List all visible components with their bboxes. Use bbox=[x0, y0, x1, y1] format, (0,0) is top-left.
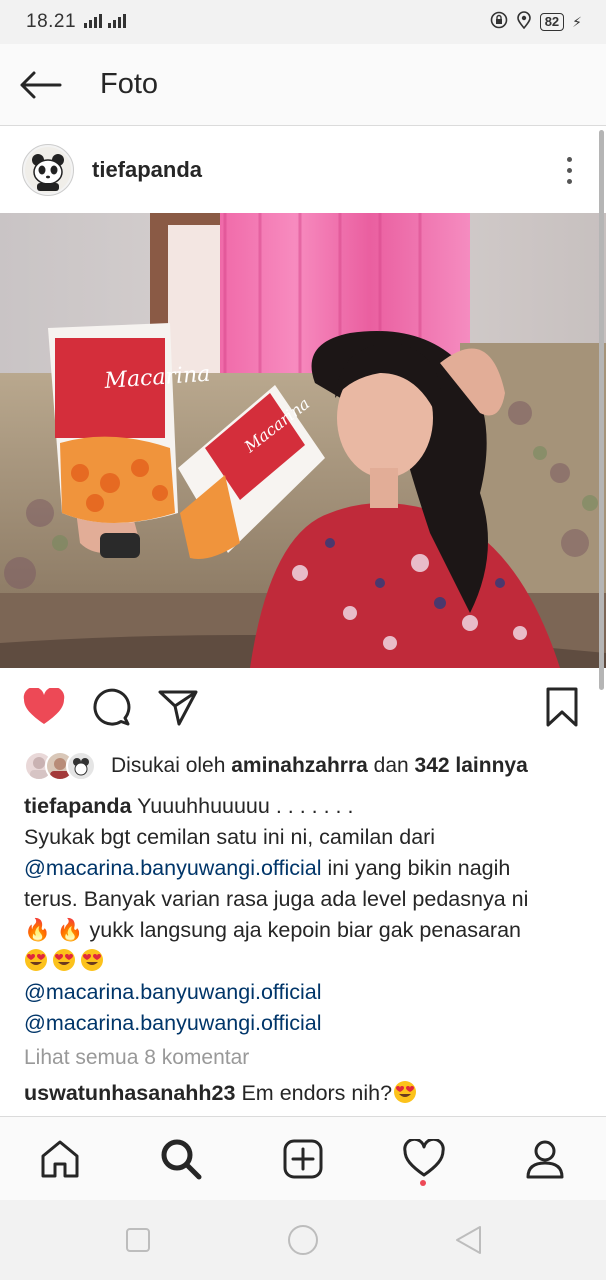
comment-row: uswatunhasanahh23 Em endors nih? bbox=[24, 1080, 421, 1106]
comment-icon bbox=[93, 688, 131, 726]
nav-profile[interactable] bbox=[521, 1135, 569, 1183]
liker-username[interactable]: aminahzahrra bbox=[231, 754, 368, 777]
caption-text: terus. Banyak varian rasa juga ada level… bbox=[24, 887, 529, 911]
page-title: Foto bbox=[100, 68, 159, 100]
post-username[interactable]: tiefapanda bbox=[92, 157, 554, 183]
comment-username[interactable]: uswatunhasanahh23 bbox=[24, 1081, 235, 1105]
post-photo[interactable]: Macarina Macarina bbox=[0, 213, 606, 668]
caption-text: ini yang bikin nagih bbox=[321, 856, 511, 880]
back-arrow-icon bbox=[20, 71, 62, 98]
comment-text: Em endors nih? bbox=[241, 1081, 393, 1105]
profile-icon bbox=[526, 1140, 564, 1179]
likes-text: Disukai oleh aminahzahrra dan 342 lainny… bbox=[111, 754, 528, 777]
heart-eyes-emoji bbox=[81, 949, 103, 971]
scrollbar[interactable] bbox=[599, 130, 604, 690]
share-button[interactable] bbox=[155, 684, 201, 730]
nav-home[interactable] bbox=[36, 1135, 84, 1183]
post-header: tiefapanda bbox=[0, 127, 606, 213]
lock-rotation-icon bbox=[490, 11, 508, 34]
back-button[interactable] bbox=[0, 44, 100, 126]
battery-indicator: 82 bbox=[539, 13, 565, 31]
recents-button[interactable] bbox=[118, 1220, 158, 1260]
triangle-back-icon bbox=[456, 1226, 481, 1254]
nav-search[interactable] bbox=[157, 1135, 205, 1183]
mention-link[interactable]: @macarina.banyuwangi.official bbox=[24, 980, 322, 1004]
clock: 18.21 bbox=[26, 11, 77, 32]
caption-text: Syukak bgt cemilan satu ini ni, camilan … bbox=[24, 825, 436, 849]
view-all-comments-link[interactable]: Lihat semua 8 komentar bbox=[24, 1046, 249, 1070]
mention-link[interactable]: @macarina.banyuwangi.official bbox=[24, 1011, 322, 1035]
avatar[interactable] bbox=[22, 144, 74, 196]
recents-icon bbox=[126, 1228, 150, 1252]
mention-link[interactable]: @macarina.banyuwangi.official bbox=[24, 856, 322, 880]
system-navigation bbox=[0, 1200, 606, 1280]
comment-button[interactable] bbox=[88, 684, 134, 730]
save-button[interactable] bbox=[539, 684, 585, 730]
bookmark-icon bbox=[546, 687, 578, 727]
more-options-icon[interactable] bbox=[554, 150, 584, 190]
nav-add-post[interactable] bbox=[279, 1135, 327, 1183]
fire-emoji: 🔥 bbox=[56, 918, 84, 943]
activity-icon bbox=[403, 1139, 445, 1177]
home-system-button[interactable] bbox=[283, 1220, 323, 1260]
nav-activity[interactable] bbox=[400, 1135, 448, 1183]
add-post-icon bbox=[283, 1139, 323, 1179]
home-icon bbox=[41, 1140, 79, 1178]
signal-indicator bbox=[82, 13, 128, 32]
status-bar: 18.21 82 ⚡ bbox=[0, 0, 606, 44]
likes-row[interactable]: Disukai oleh aminahzahrra dan 342 lainny… bbox=[24, 746, 528, 786]
notification-dot bbox=[420, 1180, 426, 1186]
app-bar: Foto bbox=[0, 44, 606, 126]
liker-avatar bbox=[66, 751, 96, 781]
back-system-button[interactable] bbox=[448, 1220, 488, 1260]
caption-text: Yuuuhhuuuuu . . . . . . . bbox=[137, 794, 354, 818]
post-caption: tiefapanda Yuuuhhuuuuu . . . . . . . Syu… bbox=[24, 791, 584, 1039]
heart-eyes-emoji bbox=[53, 949, 75, 971]
share-icon bbox=[158, 690, 198, 726]
heart-eyes-emoji bbox=[25, 949, 47, 971]
bottom-navigation bbox=[0, 1116, 606, 1200]
like-button[interactable] bbox=[21, 684, 67, 730]
caption-text: yukk langsung aja kepoin biar gak penasa… bbox=[83, 918, 522, 942]
charging-icon: ⚡ bbox=[572, 13, 582, 30]
search-icon bbox=[161, 1139, 202, 1180]
action-bar bbox=[0, 680, 606, 734]
heart-icon bbox=[23, 688, 65, 724]
location-icon bbox=[516, 10, 532, 34]
circle-home-icon bbox=[288, 1225, 318, 1255]
likes-count[interactable]: 342 lainnya bbox=[415, 754, 528, 777]
heart-eyes-emoji bbox=[394, 1081, 417, 1103]
caption-username[interactable]: tiefapanda bbox=[24, 794, 132, 818]
fire-emoji: 🔥 bbox=[24, 918, 51, 943]
